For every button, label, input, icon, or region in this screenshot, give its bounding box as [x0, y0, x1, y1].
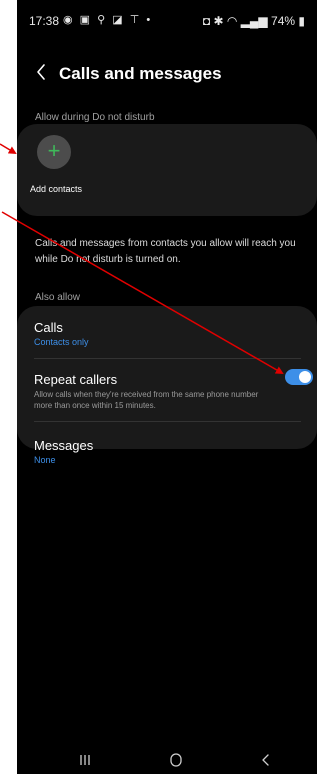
- status-system-icons: ◘ ✱ ◠ ▂▄▆ 74% ▮: [203, 14, 305, 28]
- calls-value: Contacts only: [34, 337, 89, 347]
- recents-icon[interactable]: [70, 748, 100, 772]
- header: Calls and messages: [17, 58, 317, 88]
- messages-value: None: [34, 455, 56, 465]
- section-label-also-allow: Also allow: [35, 292, 81, 303]
- add-contacts-button[interactable]: +: [37, 135, 71, 169]
- section-label-allow-dnd: Allow during Do not disturb: [35, 112, 155, 123]
- status-bar: 17:38 ◉ ▣ ⚲ ◪ ⊤ • ◘ ✱ ◠ ▂▄▆ 74% ▮: [17, 0, 317, 34]
- messages-title: Messages: [34, 438, 94, 453]
- bluetooth-icon: ✱: [213, 14, 224, 28]
- page-title: Calls and messages: [59, 64, 222, 83]
- battery-icon: ▮: [298, 14, 305, 28]
- battery-percent: 74%: [271, 14, 296, 28]
- antenna-icon: ⊤: [129, 14, 142, 26]
- messenger-icon: ◉: [63, 14, 75, 26]
- plus-icon: +: [47, 138, 61, 163]
- gallery-icon: ▣: [79, 14, 93, 26]
- phone-screen: 17:38 ◉ ▣ ⚲ ◪ ⊤ • ◘ ✱ ◠ ▂▄▆ 74% ▮ Calls …: [17, 0, 317, 774]
- repeat-callers-toggle[interactable]: [285, 369, 313, 385]
- also-allow-card: Calls Contacts only Repeat callers Allow…: [17, 306, 317, 465]
- dot-icon: •: [146, 14, 153, 26]
- annotation-arrow-to-add-contacts: [0, 143, 17, 155]
- wifi-icon: ◠: [226, 14, 238, 28]
- back-arrow-icon[interactable]: [31, 60, 53, 84]
- status-notification-icons: ◉ ▣ ⚲ ◪ ⊤ •: [63, 13, 152, 26]
- home-icon[interactable]: [161, 748, 191, 772]
- signal-icon: ▂▄▆: [240, 14, 268, 28]
- battery-saver-icon: ◘: [202, 14, 211, 28]
- add-contacts-label: Add contacts: [30, 184, 83, 194]
- calls-row[interactable]: Calls Contacts only: [17, 306, 317, 358]
- dnd-info-text: Calls and messages from contacts you all…: [35, 238, 296, 265]
- toggle-knob: [299, 371, 311, 383]
- status-time: 17:38: [29, 14, 60, 28]
- image-icon: ◪: [112, 14, 125, 26]
- repeat-callers-title: Repeat callers: [34, 372, 118, 387]
- calls-title: Calls: [34, 320, 63, 335]
- back-icon[interactable]: [251, 748, 281, 772]
- usb-icon: ⚲: [97, 14, 108, 26]
- messages-row[interactable]: Messages None: [17, 406, 317, 465]
- navigation-bar: [17, 744, 317, 774]
- contacts-card: + Add contacts: [17, 124, 317, 216]
